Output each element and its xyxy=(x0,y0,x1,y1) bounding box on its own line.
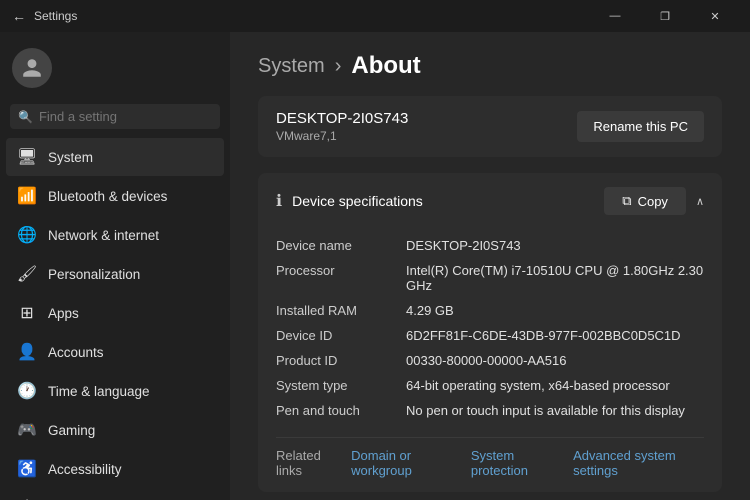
domain-link[interactable]: Domain or workgroup xyxy=(351,448,459,478)
titlebar-controls: — ❐ ✕ xyxy=(592,0,738,32)
info-icon: ℹ xyxy=(276,191,282,211)
sidebar-item-bluetooth[interactable]: 📶 Bluetooth & devices xyxy=(6,177,224,215)
nav-icon-personalization: 🖌 xyxy=(18,265,36,283)
spec-row: →Installed RAM4.29 GB xyxy=(276,298,704,323)
maximize-button[interactable]: ❐ xyxy=(642,0,688,32)
sidebar-item-personalization[interactable]: 🖌 Personalization xyxy=(6,255,224,293)
sidebar-item-network[interactable]: 🌐 Network & internet xyxy=(6,216,224,254)
nav-label-apps: Apps xyxy=(48,306,79,321)
spec-value: 00330-80000-00000-AA516 xyxy=(406,353,704,368)
nav-icon-bluetooth: 📶 xyxy=(18,187,36,205)
spec-label: Pen and touch xyxy=(276,403,406,418)
spec-label: Device name xyxy=(276,238,406,253)
nav-icon-accounts: 👤 xyxy=(18,343,36,361)
spec-label: Processor xyxy=(276,263,406,293)
nav-label-bluetooth: Bluetooth & devices xyxy=(48,189,167,204)
breadcrumb: System › About xyxy=(230,32,750,96)
device-spec-table: Device nameDESKTOP-2I0S743ProcessorIntel… xyxy=(258,229,722,437)
nav-icon-system: 🖥 xyxy=(18,148,36,166)
spec-label: Product ID xyxy=(276,353,406,368)
nav-label-time: Time & language xyxy=(48,384,150,399)
device-specs-copy-button[interactable]: ⧉ Copy xyxy=(604,187,686,215)
avatar[interactable] xyxy=(12,48,52,88)
device-specs-title-area: ℹ Device specifications xyxy=(276,191,423,211)
device-specs-header[interactable]: ℹ Device specifications ⧉ Copy ∧ xyxy=(258,173,722,229)
pc-name-section: DESKTOP-2I0S743 VMware7,1 Rename this PC xyxy=(258,96,722,157)
related-label: Related links xyxy=(276,448,341,478)
nav-label-accounts: Accounts xyxy=(48,345,104,360)
copy-icon: ⧉ xyxy=(622,193,631,209)
spec-row: ProcessorIntel(R) Core(TM) i7-10510U CPU… xyxy=(276,258,704,298)
spec-value: No pen or touch input is available for t… xyxy=(406,403,704,418)
breadcrumb-current: About xyxy=(351,52,420,80)
search-input[interactable] xyxy=(39,109,215,124)
spec-row: Product ID00330-80000-00000-AA516 xyxy=(276,348,704,373)
spec-row: Device ID6D2FF81F-C6DE-43DB-977F-002BBC0… xyxy=(276,323,704,348)
spec-label: System type xyxy=(276,378,406,393)
nav-label-network: Network & internet xyxy=(48,228,159,243)
nav-label-accessibility: Accessibility xyxy=(48,462,122,477)
breadcrumb-separator: › xyxy=(335,55,342,78)
sidebar-item-time[interactable]: 🕐 Time & language xyxy=(6,372,224,410)
nav-label-system: System xyxy=(48,150,93,165)
content-area: System › About DESKTOP-2I0S743 VMware7,1… xyxy=(230,32,750,500)
titlebar-title: Settings xyxy=(34,9,77,23)
spec-row: System type64-bit operating system, x64-… xyxy=(276,373,704,398)
spec-row: Pen and touchNo pen or touch input is av… xyxy=(276,398,704,423)
titlebar: ← Settings — ❐ ✕ xyxy=(0,0,750,32)
nav-icon-network: 🌐 xyxy=(18,226,36,244)
spec-value: Intel(R) Core(TM) i7-10510U CPU @ 1.80GH… xyxy=(406,263,704,293)
nav-container: 🖥 System 📶 Bluetooth & devices 🌐 Network & in… xyxy=(0,137,230,500)
spec-value: 6D2FF81F-C6DE-43DB-977F-002BBC0D5C1D xyxy=(406,328,704,343)
nav-label-gaming: Gaming xyxy=(48,423,95,438)
sidebar-item-apps[interactable]: ⊞ Apps xyxy=(6,294,224,332)
related-links: Related links Domain or workgroup System… xyxy=(258,438,722,492)
back-icon[interactable]: ← xyxy=(12,8,26,24)
device-specs-card: ℹ Device specifications ⧉ Copy ∧ Device … xyxy=(258,173,722,492)
spec-value: 4.29 GB xyxy=(406,303,704,318)
sidebar-item-gaming[interactable]: 🎮 Gaming xyxy=(6,411,224,449)
nav-icon-time: 🕐 xyxy=(18,382,36,400)
sidebar: 🔍 🖥 System 📶 Bluetooth & devices 🌐 Network & … xyxy=(0,32,230,500)
device-specs-actions: ⧉ Copy ∧ xyxy=(604,187,704,215)
nav-icon-apps: ⊞ xyxy=(18,304,36,322)
rename-button[interactable]: Rename this PC xyxy=(577,111,704,142)
close-button[interactable]: ✕ xyxy=(692,0,738,32)
search-icon: 🔍 xyxy=(18,110,33,124)
user-section xyxy=(0,32,230,100)
pc-sub: VMware7,1 xyxy=(276,129,408,143)
spec-label: Installed RAM xyxy=(276,303,406,318)
sidebar-item-system[interactable]: 🖥 System xyxy=(6,138,224,176)
search-box[interactable]: 🔍 xyxy=(10,104,220,129)
nav-label-personalization: Personalization xyxy=(48,267,140,282)
spec-value: DESKTOP-2I0S743 xyxy=(406,238,704,253)
device-specs-chevron: ∧ xyxy=(696,195,704,208)
pc-name-info: DESKTOP-2I0S743 VMware7,1 xyxy=(276,110,408,143)
breadcrumb-parent: System xyxy=(258,55,325,78)
nav-icon-accessibility: ♿ xyxy=(18,460,36,478)
spec-row: Device nameDESKTOP-2I0S743 xyxy=(276,233,704,258)
app-body: 🔍 🖥 System 📶 Bluetooth & devices 🌐 Network & … xyxy=(0,32,750,500)
spec-label: Device ID xyxy=(276,328,406,343)
advanced-link[interactable]: Advanced system settings xyxy=(573,448,704,478)
pc-name: DESKTOP-2I0S743 xyxy=(276,110,408,127)
sidebar-item-privacy[interactable]: 🛡Privacy & security xyxy=(6,489,224,500)
titlebar-left: ← Settings xyxy=(12,8,77,24)
nav-icon-gaming: 🎮 xyxy=(18,421,36,439)
sidebar-item-accounts[interactable]: 👤 Accounts xyxy=(6,333,224,371)
sidebar-item-accessibility[interactable]: ♿ Accessibility xyxy=(6,450,224,488)
device-specs-title: Device specifications xyxy=(292,193,423,209)
spec-value: 64-bit operating system, x64-based proce… xyxy=(406,378,704,393)
system-protection-link[interactable]: System protection xyxy=(471,448,561,478)
related-links-container: Domain or workgroup System protection Ad… xyxy=(351,448,704,478)
minimize-button[interactable]: — xyxy=(592,0,638,32)
